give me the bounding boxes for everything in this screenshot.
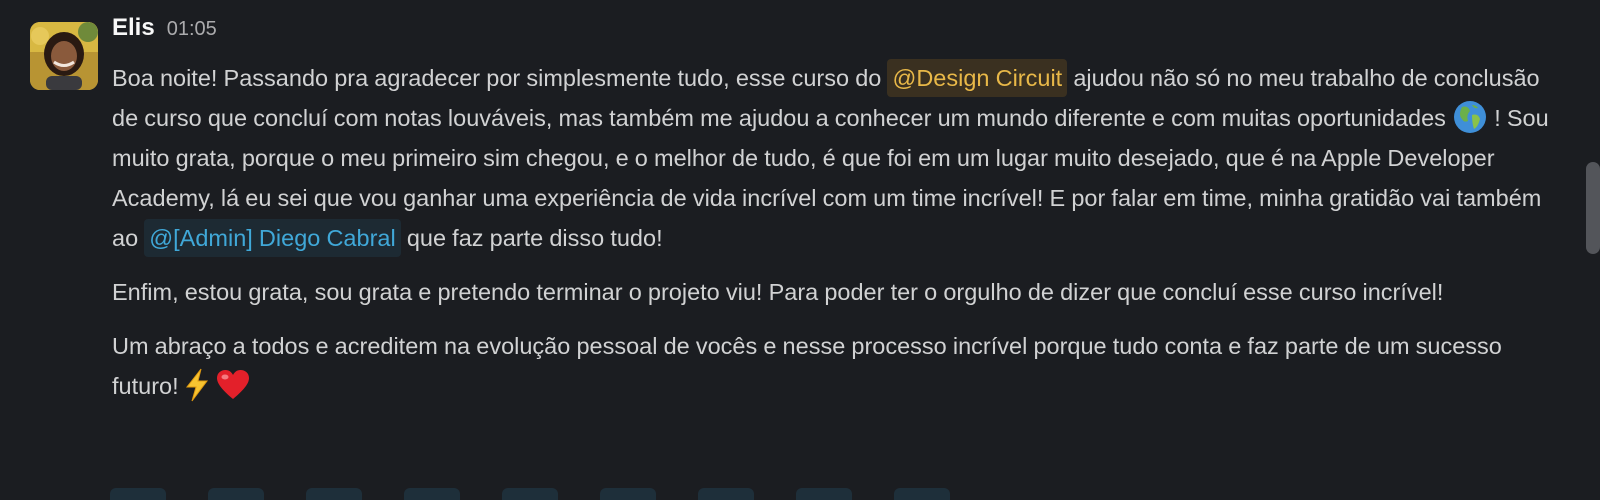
message-header: Elis 01:05 <box>112 14 1560 58</box>
reaction-pill[interactable] <box>502 488 558 500</box>
message-paragraph-3: Um abraço a todos e acreditem na evoluçã… <box>112 326 1560 406</box>
reaction-pill[interactable] <box>600 488 656 500</box>
reactions-row <box>110 488 990 500</box>
reaction-pill[interactable] <box>698 488 754 500</box>
reaction-pill[interactable] <box>306 488 362 500</box>
chat-message: Elis 01:05 Boa noite! Passando pra agrad… <box>30 14 1560 406</box>
reaction-pill[interactable] <box>894 488 950 500</box>
lightning-icon <box>179 367 215 403</box>
mention-diego-cabral[interactable]: @[Admin] Diego Cabral <box>144 219 401 257</box>
text-segment: Boa noite! Passando pra agradecer por si… <box>112 65 888 91</box>
avatar-photo <box>30 22 98 90</box>
globe-icon <box>1452 99 1488 135</box>
reaction-pill[interactable] <box>796 488 852 500</box>
text-segment: Um abraço a todos e acreditem na evoluçã… <box>112 333 1502 399</box>
avatar[interactable] <box>30 22 98 90</box>
message-timestamp[interactable]: 01:05 <box>167 18 217 41</box>
message-paragraph-1: Boa noite! Passando pra agradecer por si… <box>112 58 1560 258</box>
mention-design-circuit[interactable]: @Design Circuit <box>887 59 1068 97</box>
scrollbar-thumb[interactable] <box>1586 162 1600 254</box>
heart-icon <box>215 367 251 403</box>
reaction-pill[interactable] <box>208 488 264 500</box>
text-segment: que faz parte disso tudo! <box>400 225 663 251</box>
message-paragraph-2: Enfim, estou grata, sou grata e pretendo… <box>112 279 1444 305</box>
reaction-pill[interactable] <box>110 488 166 500</box>
message-content: Elis 01:05 Boa noite! Passando pra agrad… <box>112 14 1560 406</box>
reaction-pill[interactable] <box>404 488 460 500</box>
author-name[interactable]: Elis <box>112 14 155 42</box>
